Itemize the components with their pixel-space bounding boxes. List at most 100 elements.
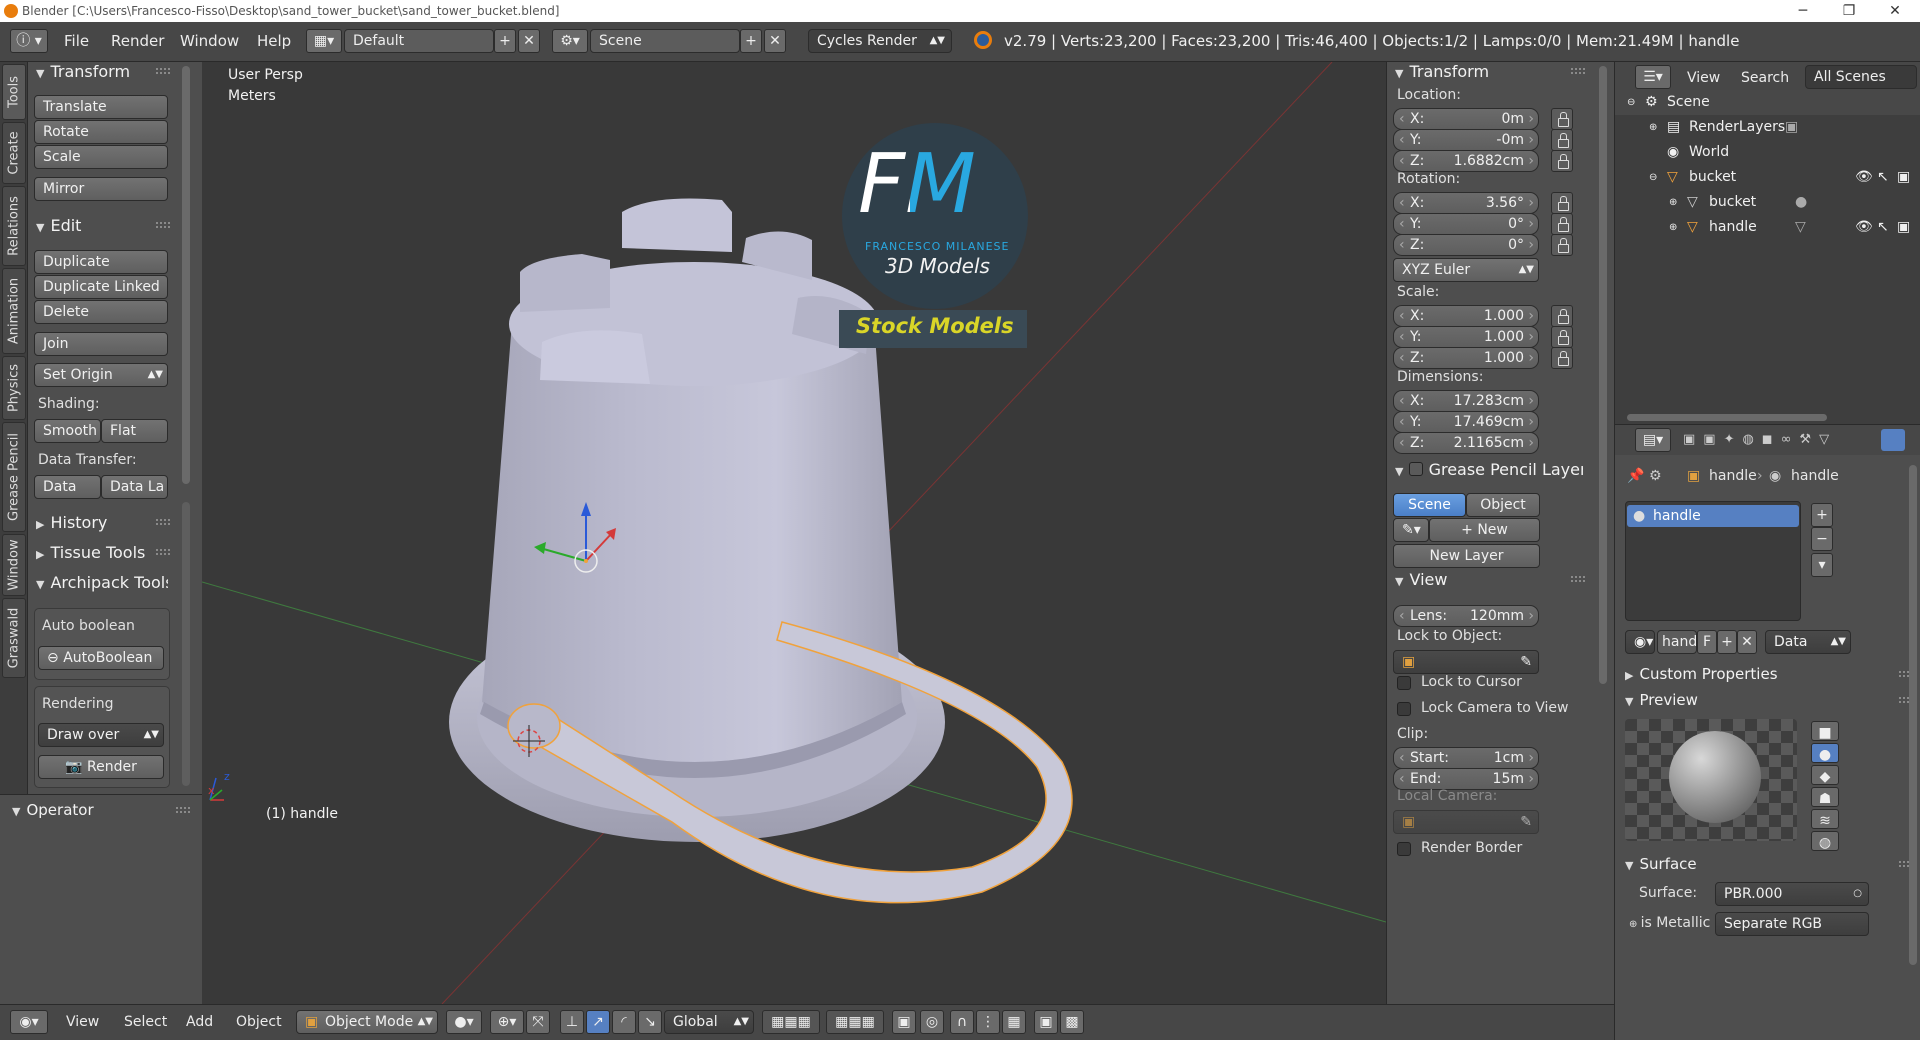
scale-button[interactable]: Scale bbox=[34, 145, 168, 169]
scene-icon-button[interactable]: ⚙▾ bbox=[552, 29, 588, 53]
screen-layout-icon-button[interactable]: ▦▾ bbox=[306, 29, 342, 53]
clip-start-field[interactable]: Start:1cm bbox=[1393, 747, 1539, 769]
menu-select[interactable]: Select bbox=[124, 1014, 167, 1030]
selectable-arrow-icon[interactable]: ↖ bbox=[1877, 165, 1889, 190]
preview-cube-button[interactable]: ◆ bbox=[1811, 765, 1839, 785]
location-z-field[interactable]: Z:1.6882cm bbox=[1393, 150, 1539, 172]
surface-shader-field[interactable]: PBR.000 ○ bbox=[1715, 882, 1869, 906]
new-layer-button[interactable]: New Layer bbox=[1393, 544, 1540, 568]
eyedropper-icon[interactable]: ✎ bbox=[1520, 811, 1532, 833]
outliner-menu-search[interactable]: Search bbox=[1741, 70, 1789, 86]
set-origin-dropdown[interactable]: Set Origin ▲▼ bbox=[34, 363, 168, 387]
translate-manipulator-active[interactable]: ↗ bbox=[586, 1010, 610, 1034]
editor-type-button[interactable]: ⓘ ▾ bbox=[10, 29, 48, 53]
lock-icon[interactable] bbox=[1551, 192, 1573, 214]
menu-view[interactable]: View bbox=[66, 1014, 99, 1030]
preview-world-button[interactable]: ◍ bbox=[1811, 831, 1839, 851]
visibility-eye-icon[interactable]: 👁 bbox=[1855, 165, 1873, 190]
translate-manipulator-button[interactable]: ⊥ bbox=[560, 1010, 584, 1034]
archipack-panel-header[interactable]: ▼ Archipack Tools bbox=[36, 573, 168, 592]
scale-manipulator-button[interactable]: ↘ bbox=[638, 1010, 662, 1034]
snap-toggle[interactable]: ∩ bbox=[950, 1010, 974, 1034]
grease-pencil-layer-header[interactable]: ▼ Grease Pencil Layer bbox=[1395, 460, 1583, 479]
gp-object-toggle[interactable]: Object bbox=[1466, 493, 1540, 517]
drag-grip-icon[interactable] bbox=[1571, 68, 1585, 74]
add-material-slot-button[interactable]: + bbox=[1811, 503, 1833, 527]
lock-icon[interactable] bbox=[1551, 305, 1573, 327]
outliner-item-handle[interactable]: ⊕ ▽ handle ▽ 👁 ↖ ▣ bbox=[1615, 215, 1920, 240]
interaction-mode-dropdown[interactable]: ▣ Object Mode ▲▼ bbox=[296, 1010, 438, 1034]
snap-target-button[interactable]: ▦ bbox=[1002, 1010, 1026, 1034]
tool-shelf-scrollbar[interactable] bbox=[182, 66, 190, 484]
pin-icon[interactable]: 📌 bbox=[1627, 468, 1644, 484]
unlink-material-button[interactable]: ✕ bbox=[1737, 630, 1757, 654]
lock-icon[interactable] bbox=[1551, 129, 1573, 151]
rotate-button[interactable]: Rotate bbox=[34, 120, 168, 144]
render-camera-icon[interactable]: ▣ bbox=[1897, 165, 1910, 190]
properties-region-scrollbar[interactable] bbox=[1599, 66, 1607, 684]
outliner-item-renderlayers[interactable]: ⊕ ▤ RenderLayers ▣ bbox=[1615, 115, 1920, 140]
outliner-menu-view[interactable]: View bbox=[1687, 70, 1720, 86]
transform-panel-header[interactable]: ▼ Transform bbox=[36, 62, 130, 81]
render-animation-button[interactable]: ▩ bbox=[1060, 1010, 1084, 1034]
material-browse-button[interactable]: ◉▾ bbox=[1625, 630, 1655, 654]
preview-flat-button[interactable]: ■ bbox=[1811, 721, 1839, 741]
menu-file[interactable]: File bbox=[64, 32, 89, 50]
3d-editor-type-button[interactable]: ◉▾ bbox=[10, 1010, 48, 1034]
drag-grip-icon[interactable] bbox=[156, 68, 170, 74]
drag-grip-icon[interactable] bbox=[1571, 576, 1585, 582]
lock-icon[interactable] bbox=[1551, 213, 1573, 235]
lock-icon[interactable] bbox=[1551, 347, 1573, 369]
add-scene-button[interactable]: + bbox=[740, 29, 762, 53]
location-x-field[interactable]: X:0m bbox=[1393, 108, 1539, 130]
tool-shelf-scrollbar-lower[interactable] bbox=[182, 502, 190, 786]
material-slot-item[interactable]: ● handle bbox=[1627, 505, 1799, 527]
render-engine-dropdown[interactable]: Cycles Render ▲▼ bbox=[808, 29, 952, 53]
pivot-point-button[interactable]: ⊕▾ bbox=[490, 1010, 524, 1034]
tab-grease-pencil[interactable]: Grease Pencil bbox=[2, 422, 26, 532]
shade-flat-button[interactable]: Flat bbox=[101, 419, 168, 443]
tab-create[interactable]: Create bbox=[2, 122, 26, 184]
data-transfer-button[interactable]: Data bbox=[34, 475, 101, 499]
close-window-button[interactable]: ✕ bbox=[1872, 0, 1918, 22]
rotation-mode-dropdown[interactable]: XYZ Euler ▲▼ bbox=[1393, 258, 1539, 282]
operator-panel-header[interactable]: ▼ Operator bbox=[12, 801, 94, 819]
snap-element-button[interactable]: ⋮ bbox=[976, 1010, 1000, 1034]
outliner-display-mode[interactable]: All Scenes bbox=[1805, 65, 1917, 89]
screen-layout-field[interactable]: Default bbox=[344, 29, 494, 53]
lock-to-object-field[interactable]: ▣ ✎ bbox=[1393, 650, 1539, 674]
drag-grip-icon[interactable] bbox=[156, 519, 170, 525]
outliner-item-bucket[interactable]: ⊖ ▽ bucket 👁 ↖ ▣ bbox=[1615, 165, 1920, 190]
render-button[interactable]: 📷 Render bbox=[38, 755, 164, 779]
surface-panel-header[interactable]: ▼ Surface bbox=[1625, 855, 1697, 873]
shade-smooth-button[interactable]: Smooth bbox=[34, 419, 101, 443]
material-tab-active[interactable] bbox=[1881, 429, 1905, 451]
lock-icon[interactable] bbox=[1551, 234, 1573, 256]
outliner-item-bucket-mesh[interactable]: ⊕ ▽ bucket ● bbox=[1615, 190, 1920, 215]
drag-grip-icon[interactable] bbox=[156, 222, 170, 228]
lock-icon[interactable] bbox=[1551, 326, 1573, 348]
scale-y-field[interactable]: Y:1.000 bbox=[1393, 326, 1539, 348]
menu-window[interactable]: Window bbox=[180, 32, 239, 50]
preview-monkey-button[interactable]: ☗ bbox=[1811, 787, 1839, 807]
render-camera-icon[interactable]: ▣ bbox=[1897, 215, 1910, 240]
lock-camera-checkbox[interactable] bbox=[1397, 702, 1411, 716]
gp-scene-toggle[interactable]: Scene bbox=[1393, 493, 1466, 517]
restore-button[interactable]: ❐ bbox=[1826, 0, 1872, 22]
scene-field[interactable]: Scene bbox=[590, 29, 740, 53]
mirror-button[interactable]: Mirror bbox=[34, 177, 168, 201]
add-screen-button[interactable]: + bbox=[494, 29, 516, 53]
lock-to-cursor-checkbox[interactable] bbox=[1397, 676, 1411, 690]
proportional-edit-button[interactable]: ◎ bbox=[920, 1010, 944, 1034]
rotation-z-field[interactable]: Z:0° bbox=[1393, 234, 1539, 256]
preview-panel-header[interactable]: ▼ Preview bbox=[1625, 691, 1698, 709]
scale-x-field[interactable]: X:1.000 bbox=[1393, 305, 1539, 327]
material-name-field[interactable]: handl bbox=[1657, 630, 1701, 654]
tab-graswald[interactable]: Graswald bbox=[2, 598, 26, 678]
metallic-input-field[interactable]: Separate RGB bbox=[1715, 912, 1869, 936]
local-camera-field[interactable]: ▣ ✎ bbox=[1393, 810, 1539, 834]
rotate-manipulator-button[interactable]: ◜ bbox=[612, 1010, 636, 1034]
viewport-shading-button[interactable]: ●▾ bbox=[446, 1010, 482, 1034]
history-panel-header[interactable]: ▶ History bbox=[36, 513, 107, 532]
visibility-eye-icon[interactable]: 👁 bbox=[1855, 215, 1873, 240]
